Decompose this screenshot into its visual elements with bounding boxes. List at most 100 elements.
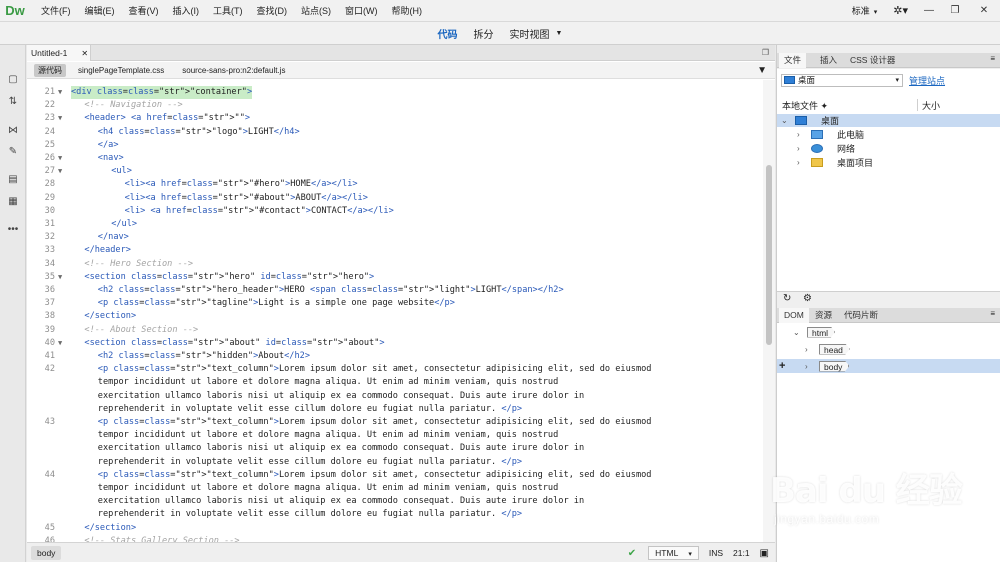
code-line[interactable]: 21 ▼ <div class=class="str">"container"> (27, 86, 763, 100)
tab-snippets[interactable]: 代码片断 (839, 308, 883, 323)
code-line[interactable]: 34 <!-- Hero Section --> (27, 258, 763, 271)
code-line[interactable]: 41 <h2 class=class="str">"hidden">About</… (27, 350, 763, 363)
insert-mode[interactable]: INS (709, 548, 723, 558)
code-line[interactable]: 42 <p class=class="str">"text_column">Lor… (27, 363, 763, 376)
dom-tag-pill[interactable]: head (819, 343, 850, 355)
dom-node[interactable]: › head (777, 342, 1000, 356)
code-line[interactable]: 31 </ul> (27, 218, 763, 231)
menu-item[interactable]: 查看(V) (122, 4, 166, 17)
fold-toggle-icon[interactable]: ▼ (58, 152, 62, 165)
code-line[interactable]: 30 <li> <a href=class="str">"#contact">CO… (27, 205, 763, 218)
code-line[interactable]: exercitation ullamco laboris nisi ut ali… (27, 442, 763, 455)
code-line[interactable]: 35 ▼ <section class=class="str">"hero" id=… (27, 271, 763, 284)
language-select[interactable]: HTML ▾ (648, 546, 699, 560)
menu-item[interactable]: 编辑(E) (78, 4, 122, 17)
close-button[interactable]: ✕ (968, 2, 1000, 20)
code-line[interactable]: 38 </section> (27, 310, 763, 323)
code-line[interactable]: 39 <!-- About Section --> (27, 324, 763, 337)
menu-item[interactable]: 文件(F) (34, 4, 78, 17)
menu-item[interactable]: 窗口(W) (338, 4, 385, 17)
menu-item[interactable]: 插入(I) (166, 4, 207, 17)
code-line[interactable]: 29 <li><a href=class="str">"#about">ABOUT… (27, 192, 763, 205)
fold-toggle-icon[interactable]: ▼ (58, 271, 62, 284)
code-line[interactable]: 36 <h2 class=class="str">"hero_header">HE… (27, 284, 763, 297)
connect-icon[interactable]: ⚙ (803, 293, 812, 304)
collapse-tag-icon[interactable]: ⋈ (5, 122, 21, 138)
chevron-down-icon[interactable]: ⌄ (793, 328, 800, 337)
code-line[interactable]: 33 </header> (27, 244, 763, 257)
code-line[interactable]: tempor incididunt ut labore et dolore ma… (27, 482, 763, 495)
code-line[interactable]: 32 </nav> (27, 231, 763, 244)
code-line[interactable]: exercitation ullamco laboris nisi ut ali… (27, 495, 763, 508)
dom-node[interactable]: ⌄ html (777, 325, 1000, 339)
code-line[interactable]: 37 <p class=class="str">"tagline">Light i… (27, 297, 763, 310)
format-source-icon[interactable]: ▦ (5, 193, 21, 209)
fold-toggle-icon[interactable]: ▼ (58, 86, 62, 99)
tab-assets[interactable]: 资源 (810, 308, 837, 323)
document-tab[interactable]: Untitled-1 ✕ (27, 45, 91, 61)
tab-css-designer[interactable]: CSS 设计器 (845, 53, 900, 68)
minimize-button[interactable]: — (916, 2, 942, 20)
check-circle-icon[interactable]: ✔ (628, 548, 636, 559)
split-view-button[interactable]: 拆分 (474, 26, 494, 41)
file-tree-item[interactable]: › 桌面项目 (777, 156, 1000, 169)
site-select[interactable]: 桌面 ▾ (781, 73, 903, 87)
workspace-switcher[interactable]: 标准 ▾ (846, 4, 884, 17)
file-tree-item[interactable]: › 此电脑 (777, 128, 1000, 141)
gear-icon[interactable]: ✲▾ (893, 4, 908, 17)
menu-item[interactable]: 站点(S) (294, 4, 338, 17)
source-code-button[interactable]: 源代码 (34, 63, 66, 77)
tab-dom[interactable]: DOM (779, 308, 809, 323)
related-file-js[interactable]: source-sans-pro:n2:default.js (182, 66, 285, 75)
code-line[interactable]: reprehenderit in voluptate velit esse ci… (27, 456, 763, 469)
code-view-button[interactable]: 代码 (438, 26, 458, 41)
filter-icon[interactable]: ▼ (757, 65, 767, 76)
open-documents-icon[interactable]: ▢ (5, 71, 21, 87)
refresh-icon[interactable]: ↻ (783, 293, 791, 304)
code-editor[interactable]: 21 ▼ <div class=class="str">"container"> 22… (27, 80, 763, 542)
chevron-right-icon[interactable]: › (805, 345, 808, 354)
code-line[interactable]: 27 ▼ <ul> (27, 165, 763, 178)
close-tab-icon[interactable]: ✕ (81, 49, 88, 58)
chevron-right-icon[interactable]: › (805, 362, 808, 371)
code-line[interactable]: 40 ▼ <section class=class="str">"about" id… (27, 337, 763, 350)
dom-node[interactable]: › body + (777, 359, 1000, 373)
panel-menu-icon[interactable]: ≡ (990, 309, 995, 318)
preview-icon[interactable]: ▣ (760, 548, 769, 559)
code-line[interactable]: tempor incididunt ut labore et dolore ma… (27, 376, 763, 389)
code-line[interactable]: tempor incididunt ut labore et dolore ma… (27, 429, 763, 442)
code-line[interactable]: exercitation ullamco laboris nisi ut ali… (27, 390, 763, 403)
code-line[interactable]: reprehenderit in voluptate velit esse ci… (27, 508, 763, 521)
related-file-css[interactable]: singlePageTemplate.css (78, 66, 164, 75)
column-size[interactable]: 大小 (917, 99, 940, 111)
tab-insert[interactable]: 插入 (815, 53, 842, 68)
menu-item[interactable]: 查找(D) (250, 4, 295, 17)
code-scrollbar[interactable] (763, 80, 775, 542)
menu-item[interactable]: 工具(T) (206, 4, 250, 17)
chevron-down-icon[interactable]: ▼ (556, 30, 563, 37)
code-line[interactable]: 23 ▼ <header> <a href=class="str">""> (27, 112, 763, 125)
dom-tag-pill[interactable]: body (819, 360, 850, 372)
menu-item[interactable]: 帮助(H) (385, 4, 430, 17)
code-line[interactable]: 26 ▼ <nav> (27, 152, 763, 165)
fold-toggle-icon[interactable]: ▼ (58, 165, 62, 178)
scrollbar-thumb[interactable] (766, 165, 772, 345)
file-tree-item[interactable]: ⌄ 桌面 (777, 114, 1000, 127)
chevron-right-icon[interactable]: › (797, 130, 800, 139)
comment-icon[interactable]: ▤ (5, 171, 21, 187)
expand-all-icon[interactable]: ✎ (5, 143, 21, 159)
tag-breadcrumb[interactable]: body (31, 545, 62, 560)
code-line[interactable]: 44 <p class=class="str">"text_column">Lor… (27, 469, 763, 482)
more-tools-icon[interactable]: ••• (5, 221, 21, 237)
chevron-down-icon[interactable]: ⌄ (781, 116, 788, 125)
code-line[interactable]: 28 <li><a href=class="str">"#hero">HOME</… (27, 178, 763, 191)
code-line[interactable]: 25 </a> (27, 139, 763, 152)
code-line[interactable]: 22 <!-- Navigation --> (27, 99, 763, 112)
code-line[interactable]: 46 <!-- Stats Gallery Section --> (27, 535, 763, 542)
dom-tag-pill[interactable]: html (807, 326, 836, 338)
fold-toggle-icon[interactable]: ▼ (58, 112, 62, 125)
panel-menu-icon[interactable]: ≡ (990, 54, 995, 63)
restore-document-icon[interactable]: ❐ (762, 48, 769, 57)
live-view-button[interactable]: 实时视图 (510, 26, 550, 41)
maximize-button[interactable]: ❐ (942, 2, 968, 20)
